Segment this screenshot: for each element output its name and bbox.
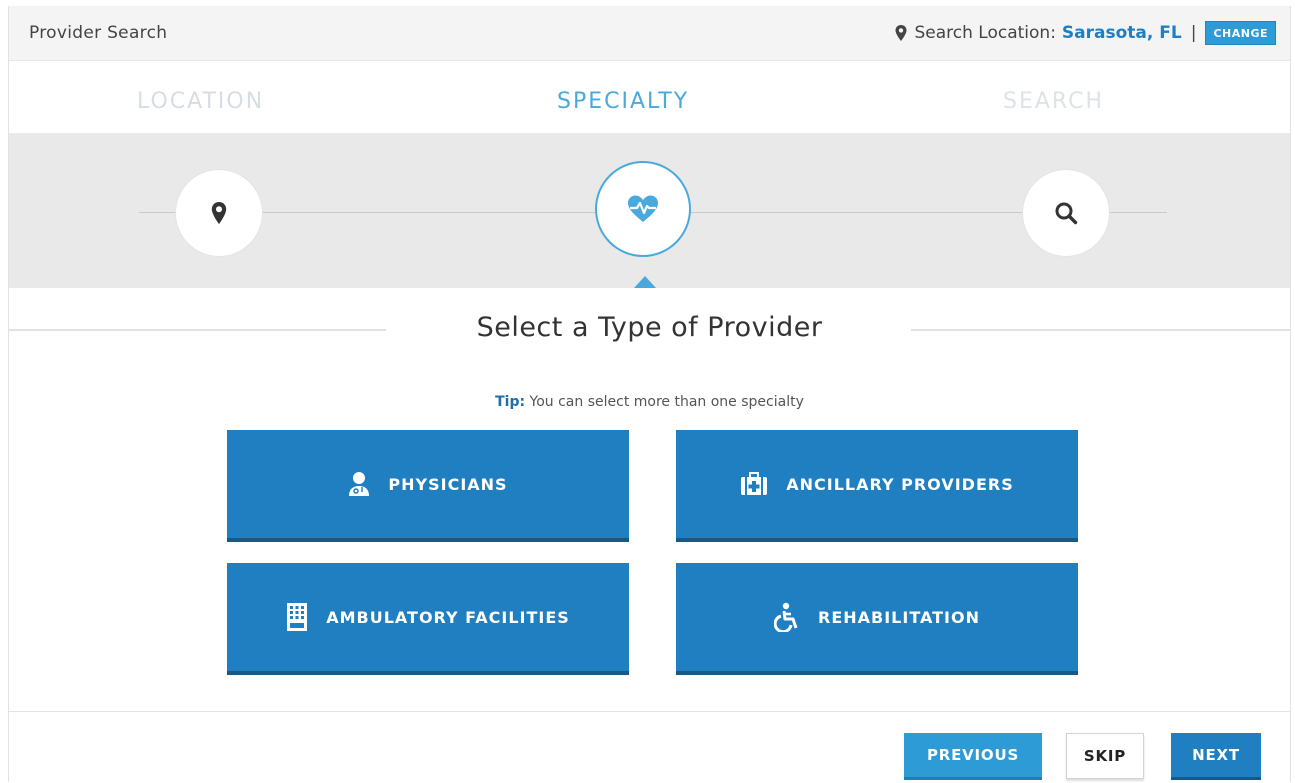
section-title: Select a Type of Provider: [476, 312, 823, 343]
heartbeat-icon: [628, 195, 658, 222]
physicians-label: PHYSICIANS: [388, 474, 508, 494]
ambulatory-facilities-button[interactable]: AMBULATORY FACILITIES: [227, 563, 629, 675]
location-pin-icon: [895, 25, 907, 41]
step-search-circle[interactable]: [1023, 170, 1109, 256]
footer-bar: PREVIOUS SKIP NEXT: [9, 711, 1290, 783]
next-button[interactable]: NEXT: [1171, 733, 1261, 780]
page-title: Provider Search: [29, 23, 168, 43]
building-icon: [287, 603, 308, 631]
tip-message: You can select more than one specialty: [525, 394, 804, 410]
provider-search-widget: Provider Search Search Location: Sarasot…: [8, 6, 1291, 783]
step-location-label[interactable]: LOCATION: [137, 89, 264, 114]
search-location: Search Location: Sarasota, FL | CHANGE: [894, 19, 1276, 47]
rehabilitation-label: REHABILITATION: [818, 607, 980, 627]
ambulatory-facilities-label: AMBULATORY FACILITIES: [326, 607, 570, 627]
change-location-button[interactable]: CHANGE: [1205, 21, 1276, 45]
step-labels: LOCATION SPECIALTY SEARCH: [9, 61, 1290, 133]
step-specialty-label[interactable]: SPECIALTY: [557, 89, 689, 114]
doctor-icon: [349, 472, 370, 496]
search-icon: [1055, 202, 1078, 225]
step-location-circle[interactable]: [176, 170, 262, 256]
previous-button[interactable]: PREVIOUS: [904, 733, 1042, 780]
location-value: Sarasota, FL: [1061, 23, 1182, 43]
header-bar: Provider Search Search Location: Sarasot…: [9, 6, 1290, 61]
active-step-pointer: [634, 276, 656, 288]
tip-label: Tip:: [495, 394, 526, 410]
wheelchair-icon: [774, 602, 798, 632]
ancillary-providers-button[interactable]: ANCILLARY PROVIDERS: [676, 430, 1078, 542]
step-progress: [9, 133, 1290, 288]
physicians-button[interactable]: PHYSICIANS: [227, 430, 629, 542]
location-pin-icon: [211, 202, 227, 224]
skip-button[interactable]: SKIP: [1066, 733, 1144, 779]
location-label: Search Location:: [914, 23, 1056, 43]
tip-text: Tip: You can select more than one specia…: [9, 394, 1290, 410]
medical-kit-icon: [741, 472, 768, 495]
location-separator: |: [1190, 23, 1197, 43]
step-specialty-circle[interactable]: [597, 163, 689, 255]
ancillary-providers-label: ANCILLARY PROVIDERS: [786, 474, 1014, 494]
step-search-label[interactable]: SEARCH: [1003, 89, 1104, 114]
rehabilitation-button[interactable]: REHABILITATION: [676, 563, 1078, 675]
